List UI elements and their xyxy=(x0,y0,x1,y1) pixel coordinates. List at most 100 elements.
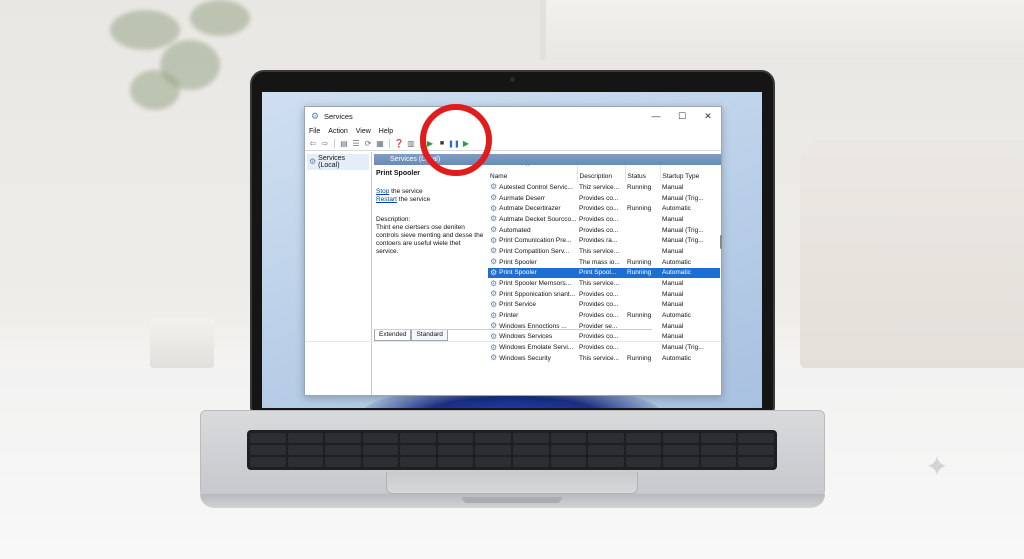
table-row[interactable]: ⚙ Print Spooler Print Spool... Running Autom… xyxy=(488,267,720,279)
row-name-cell: ⚙ Print Compatition Serv... xyxy=(488,246,577,257)
row-status: Running xyxy=(627,205,652,213)
gear-icon: ⚙ xyxy=(490,225,498,235)
column-header-description[interactable]: Description xyxy=(577,165,626,182)
keyboard-key xyxy=(287,457,324,467)
row-startup-type: Manual (Trig... xyxy=(662,226,704,234)
keyboard-key xyxy=(362,457,399,467)
laptop-notch xyxy=(462,497,562,503)
row-startup-type: Manual xyxy=(662,215,684,223)
table-row[interactable]: ⚙ Autmate Decertirazer Provides co... Runni… xyxy=(488,203,720,214)
gear-icon: ⚙ xyxy=(309,157,317,166)
row-name-cell: ⚙ Print Spooler Mernsors... xyxy=(488,278,577,289)
table-row[interactable]: ⚙ Windows Security This service... Running A… xyxy=(488,353,720,364)
table-row[interactable]: ⚙ Print Comunication Pre... Provides ra...… xyxy=(488,235,720,246)
keyboard-key xyxy=(588,445,624,455)
column-header-status[interactable]: Status xyxy=(625,165,661,182)
row-name: Print Compatition Serv... xyxy=(499,247,570,255)
row-description: Provides co... xyxy=(579,290,619,298)
row-startup-type: Automatic xyxy=(662,312,691,320)
gear-icon: ⚙ xyxy=(490,267,498,277)
row-name-cell: ⚙ Aurmate Deserr xyxy=(488,193,577,204)
list-view-icon[interactable]: ☰ xyxy=(351,139,361,149)
help-icon[interactable]: ❓ xyxy=(394,139,404,149)
table-row[interactable]: ⚙ Print Spooler The mass io... Running Autom… xyxy=(488,257,720,268)
gear-icon: ⚙ xyxy=(490,246,498,256)
export-list-icon[interactable]: ▦ xyxy=(375,139,385,149)
row-startup-type: Manual (Trig... xyxy=(662,237,704,245)
keyboard-key xyxy=(663,445,699,455)
menu-action[interactable]: Action xyxy=(328,128,347,135)
gear-icon: ⚙ xyxy=(490,214,498,224)
title-bar[interactable]: ⚙ Services — ☐ ✕ xyxy=(305,107,721,125)
scrollbar-thumb[interactable] xyxy=(720,235,722,249)
close-button[interactable]: ✕ xyxy=(695,107,721,125)
column-header-startup-type[interactable]: Startup Type xyxy=(660,165,720,182)
keyboard-key xyxy=(250,445,286,455)
tree-item-services-local[interactable]: ⚙ Services (Local) xyxy=(307,154,369,170)
table-row[interactable]: ⚙ Aurmate Deserr Provides co... Manual (Tri… xyxy=(488,193,720,204)
keyboard-key xyxy=(625,433,662,443)
console-tree-icon[interactable]: ▤ xyxy=(339,139,349,149)
stop-service-line: Stop the service xyxy=(376,188,484,196)
keyboard-key xyxy=(475,445,511,455)
keyboard-key xyxy=(513,457,549,467)
touchpad xyxy=(386,472,638,494)
row-name-cell: ⚙ Printer xyxy=(488,310,577,321)
menu-file[interactable]: File xyxy=(309,128,320,135)
gear-icon: ⚙ xyxy=(490,278,498,288)
row-name-cell: ⚙ Automated xyxy=(488,225,577,236)
keyboard-key xyxy=(437,457,474,467)
keyboard-key xyxy=(325,457,361,467)
column-header-name[interactable]: ^ Name xyxy=(488,165,578,182)
row-description: Thiz service... xyxy=(579,183,620,191)
row-status: Running xyxy=(627,312,652,320)
row-description: Provides co... xyxy=(579,215,619,223)
row-status: Running xyxy=(627,258,652,266)
table-row[interactable]: ⚙ Print Spponication snant... Provides co.… xyxy=(488,289,720,300)
services-window: ⚙ Services — ☐ ✕ File Action View Help ⇦… xyxy=(304,106,722,396)
minimize-button[interactable]: — xyxy=(643,107,669,125)
row-name: Print Spooler xyxy=(499,269,537,277)
row-status xyxy=(625,300,660,311)
maximize-button[interactable]: ☐ xyxy=(669,107,695,125)
table-row[interactable]: ⚙ Print Service Provides co... Manual xyxy=(488,300,720,311)
menu-help[interactable]: Help xyxy=(379,128,393,135)
table-row[interactable]: ⚙ Print Compatition Serv... This service..… xyxy=(488,246,720,257)
tab-extended[interactable]: Extended xyxy=(374,330,412,341)
stop-service-link[interactable]: Stop xyxy=(376,188,389,195)
restart-service-text: the service xyxy=(396,196,431,203)
keyboard-key xyxy=(663,433,699,443)
tab-standard[interactable]: Standard xyxy=(411,330,448,341)
row-description: The mass io... xyxy=(579,258,620,266)
row-description: Provides co... xyxy=(579,312,619,320)
properties-icon[interactable]: ▥ xyxy=(406,139,416,149)
services-pane: Services (Local) Print Spooler Stop the … xyxy=(372,152,722,395)
table-row[interactable]: ⚙ Autmate Decket Sourcco... Provides co...… xyxy=(488,214,720,225)
refresh-icon[interactable]: ⟳ xyxy=(363,139,373,149)
gear-icon: ⚙ xyxy=(490,182,498,192)
keyboard-key xyxy=(550,457,587,467)
keyboard xyxy=(247,430,777,470)
keyboard-key xyxy=(437,445,474,455)
keyboard-key xyxy=(250,457,286,467)
table-row[interactable]: ⚙ Printer Provides co... Running Automatic xyxy=(488,310,720,321)
row-name-cell: ⚙ Print Comunication Pre... xyxy=(488,235,577,246)
table-row[interactable]: ⚙ Print Spooler Mernsors... This service..… xyxy=(488,278,720,289)
keyboard-key xyxy=(550,445,587,455)
row-name: Print Service xyxy=(499,301,537,309)
table-row[interactable]: ⚙ Autested Control Servic... Thiz service.… xyxy=(488,182,720,193)
keyboard-key xyxy=(287,445,324,455)
keyboard-key xyxy=(738,445,774,455)
gear-icon: ⚙ xyxy=(490,193,498,203)
row-status: Running xyxy=(625,267,660,279)
table-row[interactable]: ⚙ Automated Provides co... Manual (Trig... xyxy=(488,225,720,236)
row-name: Autmate Decertirazer xyxy=(499,205,561,213)
menu-view[interactable]: View xyxy=(356,128,371,135)
forward-arrow-icon[interactable]: ⇨ xyxy=(320,139,330,149)
keyboard-key xyxy=(738,433,774,443)
row-description: Provides ra... xyxy=(579,237,618,245)
restart-service-link[interactable]: Restart xyxy=(376,196,397,203)
keyboard-key xyxy=(400,433,436,443)
back-arrow-icon[interactable]: ⇦ xyxy=(308,139,318,149)
keyboard-key xyxy=(437,433,474,443)
